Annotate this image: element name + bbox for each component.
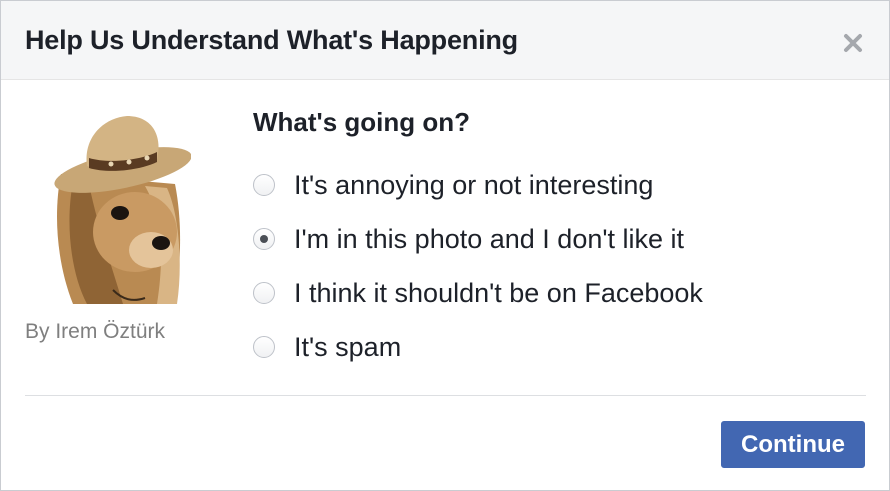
option-label: I think it shouldn't be on Facebook — [294, 277, 703, 308]
option-spam[interactable]: It's spam — [253, 331, 401, 363]
dog-in-cowboy-hat-photo — [53, 104, 191, 304]
option-in-photo[interactable]: I'm in this photo and I don't like it — [253, 223, 684, 255]
dialog-header: Help Us Understand What's Happening — [1, 1, 889, 80]
option-shouldnt-be-on-facebook[interactable]: I think it shouldn't be on Facebook — [253, 277, 703, 309]
option-annoying[interactable]: It's annoying or not interesting — [253, 169, 653, 201]
radio-button[interactable] — [253, 282, 275, 304]
option-label: It's annoying or not interesting — [294, 169, 654, 200]
question-heading: What's going on? — [253, 107, 471, 137]
close-icon[interactable] — [837, 27, 869, 59]
option-label: I'm in this photo and I don't like it — [294, 223, 685, 254]
option-label: It's spam — [294, 331, 402, 362]
dialog-title: Help Us Understand What's Happening — [25, 25, 518, 55]
radio-button[interactable] — [253, 336, 275, 358]
footer-divider — [25, 395, 866, 396]
report-dialog: Help Us Understand What's Happening By I… — [0, 0, 890, 491]
photo-credit: By Irem Öztürk — [25, 320, 166, 343]
continue-button[interactable]: Continue — [721, 421, 865, 468]
radio-button[interactable] — [253, 174, 275, 196]
radio-button-selected[interactable] — [253, 228, 275, 250]
